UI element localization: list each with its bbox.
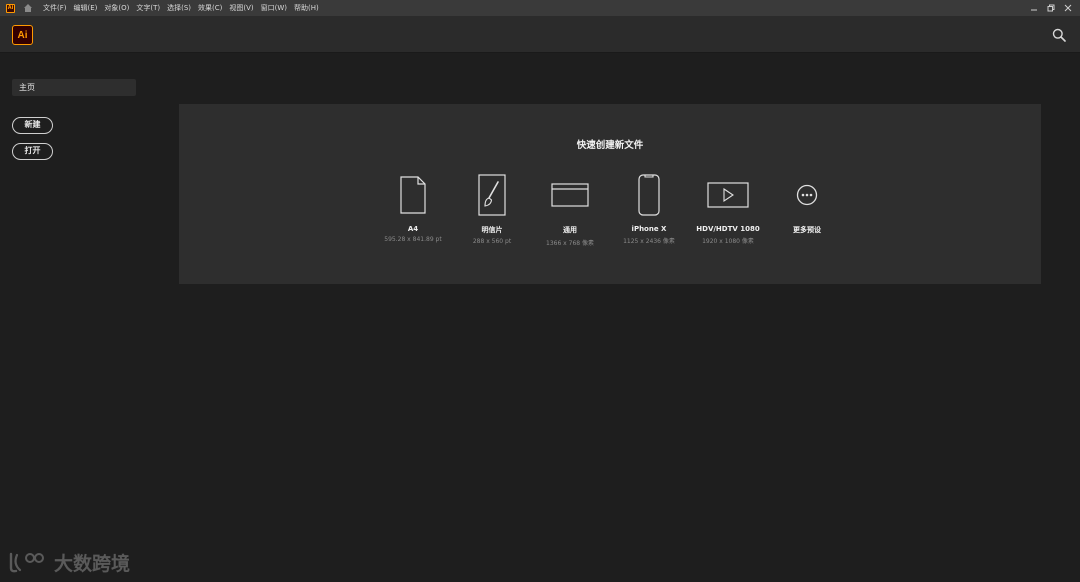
document-icon	[400, 175, 426, 214]
preset-name: 更多预设	[793, 226, 821, 234]
watermark-logo-icon	[9, 552, 44, 573]
app-mini-logo: Ai	[6, 3, 15, 13]
watermark: 大数跨境	[8, 548, 130, 576]
preset-name: iPhone X	[631, 225, 667, 233]
menu-bar: Ai 文件(F) 编辑(E) 对象(O) 文字(T) 选择(S) 效果(C) 视…	[0, 0, 1080, 16]
preset-dims: 1366 x 768 像素	[546, 240, 594, 247]
restore-icon[interactable]	[1047, 4, 1055, 12]
preset-common[interactable]: 通用 1366 x 768 像素	[530, 172, 610, 247]
menu-view[interactable]: 视图(V)	[229, 3, 253, 13]
minimize-icon[interactable]	[1030, 4, 1038, 12]
new-button[interactable]: 新建	[12, 117, 53, 134]
preset-a4[interactable]: A4 595.28 x 841.89 pt	[373, 172, 453, 243]
menu-type[interactable]: 文字(T)	[136, 3, 160, 13]
preset-hdtv[interactable]: HDV/HDTV 1080 1920 x 1080 像素	[688, 172, 768, 245]
menu-window[interactable]: 窗口(W)	[261, 3, 287, 13]
menu-help[interactable]: 帮助(H)	[294, 3, 319, 13]
illustrator-logo: Ai	[12, 25, 33, 45]
menu-effect[interactable]: 效果(C)	[198, 3, 222, 13]
preset-more[interactable]: 更多预设	[767, 172, 847, 238]
video-play-icon	[707, 181, 749, 208]
close-icon[interactable]	[1064, 4, 1072, 12]
preset-iphone-x[interactable]: iPhone X 1125 x 2436 像素	[609, 172, 689, 245]
preset-name: A4	[407, 225, 419, 233]
more-dots-icon	[796, 184, 818, 205]
search-icon[interactable]	[1052, 27, 1066, 42]
preset-postcard[interactable]: 明信片 288 x 560 pt	[452, 172, 532, 245]
sidebar-item-home[interactable]: 主页	[12, 79, 136, 96]
menu-edit[interactable]: 编辑(E)	[74, 3, 98, 13]
preset-name: 通用	[563, 226, 577, 234]
preset-dims: 1920 x 1080 像素	[702, 238, 754, 245]
preset-dims: 288 x 560 pt	[472, 238, 512, 245]
watermark-text: 大数跨境	[54, 552, 131, 575]
preset-name: HDV/HDTV 1080	[696, 225, 760, 233]
app-header: Ai	[0, 16, 1080, 53]
preset-dims: 1125 x 2436 像素	[623, 238, 675, 245]
menu-select[interactable]: 选择(S)	[167, 3, 191, 13]
home-icon[interactable]	[23, 3, 33, 13]
browser-window-icon	[551, 182, 589, 207]
menu-file[interactable]: 文件(F)	[43, 3, 67, 13]
window-controls	[1030, 4, 1072, 12]
menu-object[interactable]: 对象(O)	[104, 3, 129, 13]
quick-create-panel: 快速创建新文件 A4 595.28 x 841.89 pt 明信片 288 x …	[179, 104, 1041, 284]
preset-dims: 595.28 x 841.89 pt	[384, 236, 442, 243]
preset-name: 明信片	[481, 226, 503, 234]
quick-create-title: 快速创建新文件	[576, 140, 644, 151]
phone-icon	[638, 173, 660, 216]
brush-card-icon	[478, 173, 506, 216]
open-button[interactable]: 打开	[12, 143, 53, 160]
